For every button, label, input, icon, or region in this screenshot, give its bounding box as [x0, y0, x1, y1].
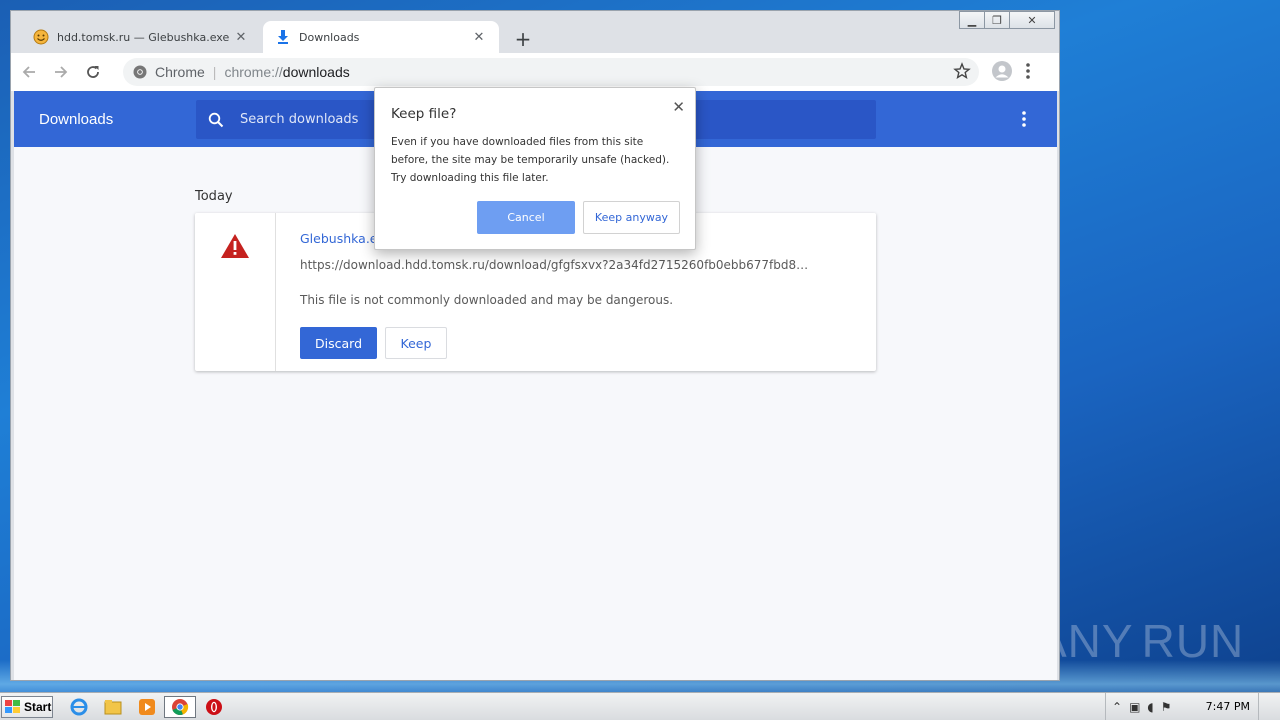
- chrome-logo-icon: [133, 65, 147, 79]
- tab-downloads[interactable]: Downloads ✕: [263, 21, 499, 53]
- opera-taskbar-icon[interactable]: [201, 696, 227, 718]
- reload-button[interactable]: [79, 58, 107, 86]
- profile-avatar-icon[interactable]: [991, 60, 1013, 85]
- start-button[interactable]: Start: [1, 696, 53, 718]
- tab-glebushka[interactable]: hdd.tomsk.ru — Glebushka.exe ✕: [11, 21, 261, 53]
- url-host: downloads: [282, 64, 350, 80]
- smiley-icon: [33, 29, 49, 45]
- chrome-taskbar-icon[interactable]: [164, 696, 196, 718]
- explorer-taskbar-icon[interactable]: [100, 696, 126, 718]
- back-arrow-icon: [22, 66, 35, 78]
- network-tray-icon[interactable]: ▣: [1129, 700, 1140, 714]
- forward-arrow-icon: [55, 66, 68, 78]
- taskbar-clock[interactable]: 7:47 PM: [1206, 700, 1250, 713]
- download-source-url[interactable]: https://download.hdd.tomsk.ru/download/g…: [300, 258, 810, 272]
- page-title: Downloads: [39, 110, 114, 128]
- site-chip: Chrome: [155, 64, 205, 80]
- forward-button[interactable]: [47, 58, 75, 86]
- keep-anyway-button[interactable]: Keep anyway: [583, 201, 680, 234]
- ie-taskbar-icon[interactable]: [66, 696, 92, 718]
- browser-toolbar: Chrome | chrome:// downloads: [11, 53, 1059, 91]
- back-button[interactable]: [15, 58, 43, 86]
- download-item-icon-column: [195, 213, 276, 371]
- url-scheme: chrome://: [224, 64, 283, 80]
- volume-tray-icon[interactable]: ◖: [1147, 700, 1153, 714]
- reload-icon: [87, 66, 99, 78]
- bookmark-star-icon[interactable]: [953, 62, 971, 83]
- dialog-body-text: Even if you have downloaded files from t…: [391, 136, 670, 184]
- new-tab-button[interactable]: +: [511, 27, 535, 51]
- omnibox-separator: |: [212, 64, 217, 80]
- keep-button[interactable]: Keep: [385, 327, 447, 359]
- watermark-run: RUN: [1141, 615, 1245, 667]
- address-bar[interactable]: Chrome | chrome:// downloads: [123, 58, 979, 86]
- tray-expand-icon[interactable]: ⌃: [1112, 700, 1122, 714]
- system-tray: ⌃ ▣ ◖ ⚑: [1105, 693, 1280, 720]
- windows-taskbar: Start ⌃ ▣ ◖ ⚑ 7:47 PM: [0, 692, 1280, 720]
- tab-strip: hdd.tomsk.ru — Glebushka.exe ✕ Downloads…: [11, 19, 1059, 53]
- search-icon: [208, 112, 224, 127]
- tab-close-icon[interactable]: ✕: [233, 30, 249, 45]
- browser-menu-icon[interactable]: [1025, 61, 1031, 84]
- anyrun-watermark: ANY RUN: [1036, 606, 1243, 676]
- start-label: Start: [24, 700, 52, 714]
- media-player-taskbar-icon[interactable]: [134, 696, 160, 718]
- danger-warning-text: This file is not commonly downloaded and…: [300, 293, 674, 307]
- downloads-menu-icon[interactable]: [1021, 109, 1027, 132]
- danger-warning-icon: [221, 234, 249, 258]
- date-section-label: Today: [195, 189, 233, 204]
- tab-title: hdd.tomsk.ru — Glebushka.exe: [57, 30, 230, 44]
- windows-logo-icon: [5, 700, 20, 713]
- dialog-close-icon[interactable]: ✕: [672, 98, 685, 116]
- discard-button[interactable]: Discard: [300, 327, 377, 359]
- tab-close-icon[interactable]: ✕: [471, 30, 487, 45]
- show-desktop-button[interactable]: [1258, 693, 1280, 720]
- dialog-title: Keep file?: [391, 106, 457, 122]
- tab-title: Downloads: [299, 30, 360, 44]
- dialog-cancel-button[interactable]: Cancel: [477, 201, 575, 234]
- action-center-flag-icon[interactable]: ⚑: [1161, 700, 1172, 714]
- keep-file-dialog: Keep file? ✕ Even if you have downloaded…: [374, 87, 696, 250]
- download-icon: [275, 29, 291, 45]
